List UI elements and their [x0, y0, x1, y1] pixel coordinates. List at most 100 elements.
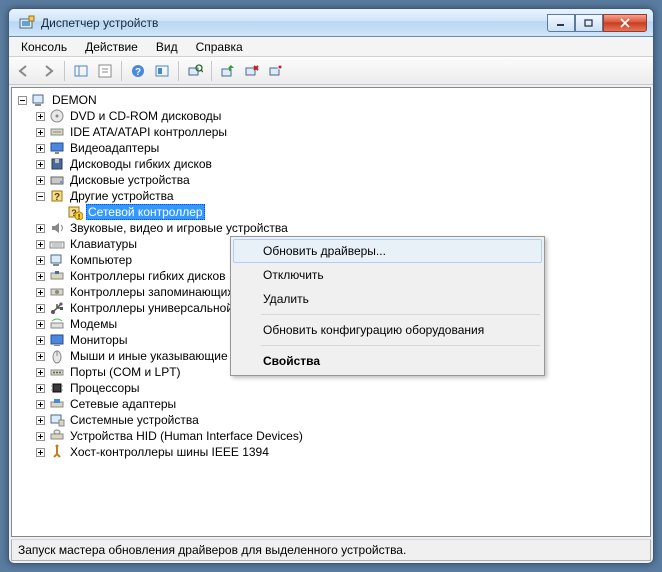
computer-icon	[49, 252, 65, 268]
expander-icon[interactable]	[34, 286, 46, 298]
expander-icon[interactable]	[34, 382, 46, 394]
context-menu: Обновить драйверы...ОтключитьУдалить Обно…	[230, 236, 545, 376]
port-icon	[49, 364, 65, 380]
tree-node[interactable]: DVD и CD-ROM дисководы	[34, 108, 648, 124]
menu-view[interactable]: Вид	[148, 38, 186, 56]
titlebar[interactable]: Диспетчер устройств	[9, 9, 653, 37]
expander-icon[interactable]	[34, 350, 46, 362]
tree-node-label: DVD и CD-ROM дисководы	[68, 109, 223, 123]
tree-node[interactable]: IDE ATA/ATAPI контроллеры	[34, 124, 648, 140]
monitor-icon	[49, 332, 65, 348]
tree-node-label: Клавиатуры	[68, 237, 139, 251]
tree-node-label: Процессоры	[68, 381, 142, 395]
tree-node[interactable]: Устройства HID (Human Interface Devices)	[34, 428, 648, 444]
svg-text:?: ?	[135, 67, 141, 78]
tree-node-label: Модемы	[68, 317, 119, 331]
storagectrl-icon	[49, 284, 65, 300]
tree-node[interactable]: Звуковые, видео и игровые устройства	[34, 220, 648, 236]
tree-node-label: Системные устройства	[68, 413, 201, 427]
menu-action[interactable]: Действие	[77, 38, 146, 56]
tree-node[interactable]: Дисководы гибких дисков	[34, 156, 648, 172]
svg-text:!: !	[78, 214, 80, 220]
tree-node[interactable]: ?!Сетевой контроллер	[52, 204, 648, 220]
nav-forward-button[interactable]	[37, 60, 59, 82]
export-list-button[interactable]	[151, 60, 173, 82]
expander-icon[interactable]	[34, 142, 46, 154]
expander-icon[interactable]	[34, 414, 46, 426]
toolbar-separator	[178, 61, 179, 81]
hid-icon	[49, 428, 65, 444]
tree-node-label: Порты (COM и LPT)	[68, 365, 183, 379]
tree-node-label: Мониторы	[68, 333, 129, 347]
scan-hardware-button[interactable]	[184, 60, 206, 82]
expander-icon[interactable]	[34, 398, 46, 410]
usb-icon	[49, 300, 65, 316]
window-title: Диспетчер устройств	[41, 16, 547, 30]
tree-node-label: IDE ATA/ATAPI контроллеры	[68, 125, 229, 139]
expander-icon[interactable]	[34, 174, 46, 186]
expander-icon[interactable]	[34, 334, 46, 346]
disable-button[interactable]	[265, 60, 287, 82]
expander-icon[interactable]	[34, 110, 46, 122]
tree-node[interactable]: Сетевые адаптеры	[34, 396, 648, 412]
tree-node[interactable]: Хост-контроллеры шины IEEE 1394	[34, 444, 648, 460]
keyboard-icon	[49, 236, 65, 252]
tree-node-label: Контроллеры гибких дисков	[68, 269, 228, 283]
window-controls	[547, 14, 647, 32]
tree-node-label: Сетевые адаптеры	[68, 397, 178, 411]
toolbar-separator	[121, 61, 122, 81]
tree-node[interactable]: Процессоры	[34, 380, 648, 396]
context-menu-item[interactable]: Свойства	[233, 349, 542, 373]
floppy-icon	[49, 156, 65, 172]
menu-console[interactable]: Консоль	[13, 38, 75, 56]
nav-back-button[interactable]	[13, 60, 35, 82]
context-menu-item[interactable]: Обновить драйверы...	[233, 239, 542, 263]
uninstall-button[interactable]	[241, 60, 263, 82]
tree-node[interactable]: Дисковые устройства	[34, 172, 648, 188]
expander-icon[interactable]	[34, 254, 46, 266]
context-menu-item[interactable]: Удалить	[233, 287, 542, 311]
expander-icon[interactable]	[34, 446, 46, 458]
tree-node-label: Устройства HID (Human Interface Devices)	[68, 429, 305, 443]
expander-spacer	[52, 206, 64, 218]
expander-icon[interactable]	[34, 190, 46, 202]
tree-node-label: Другие устройства	[68, 189, 176, 203]
expander-icon[interactable]	[16, 94, 28, 106]
toolbar-separator	[64, 61, 65, 81]
unknown-icon: ?	[49, 188, 65, 204]
tree-node[interactable]: Видеоадаптеры	[34, 140, 648, 156]
expander-icon[interactable]	[34, 222, 46, 234]
show-hide-tree-button[interactable]	[70, 60, 92, 82]
disc-icon	[49, 108, 65, 124]
tree-node[interactable]: Системные устройства	[34, 412, 648, 428]
minimize-button[interactable]	[547, 14, 575, 32]
expander-icon[interactable]	[34, 126, 46, 138]
expander-icon[interactable]	[34, 270, 46, 282]
tree-node-label: Хост-контроллеры шины IEEE 1394	[68, 445, 271, 459]
tree-root-node[interactable]: DEMON	[16, 92, 648, 108]
tree-node-label: Видеоадаптеры	[68, 141, 161, 155]
expander-icon[interactable]	[34, 302, 46, 314]
update-driver-button[interactable]	[217, 60, 239, 82]
expander-icon[interactable]	[34, 158, 46, 170]
network-icon	[49, 396, 65, 412]
menu-help[interactable]: Справка	[188, 38, 251, 56]
expander-icon[interactable]	[34, 238, 46, 250]
tree-node-label: Звуковые, видео и игровые устройства	[68, 221, 290, 235]
maximize-button[interactable]	[575, 14, 603, 32]
system-icon	[49, 412, 65, 428]
context-menu-item[interactable]: Отключить	[233, 263, 542, 287]
toolbar-separator	[211, 61, 212, 81]
expander-icon[interactable]	[34, 430, 46, 442]
tree-pane[interactable]: DEMONDVD и CD-ROM дисководы IDE ATA/ATAPI…	[11, 87, 651, 537]
help-button[interactable]: ?	[127, 60, 149, 82]
expander-icon[interactable]	[34, 318, 46, 330]
close-button[interactable]	[603, 14, 647, 32]
context-menu-separator	[261, 314, 540, 315]
firewire-icon	[49, 444, 65, 460]
context-menu-item[interactable]: Обновить конфигурацию оборудования	[233, 318, 542, 342]
tree-node[interactable]: ?Другие устройства	[34, 188, 648, 204]
toolbar: ?	[9, 57, 653, 85]
expander-icon[interactable]	[34, 366, 46, 378]
properties-button[interactable]	[94, 60, 116, 82]
